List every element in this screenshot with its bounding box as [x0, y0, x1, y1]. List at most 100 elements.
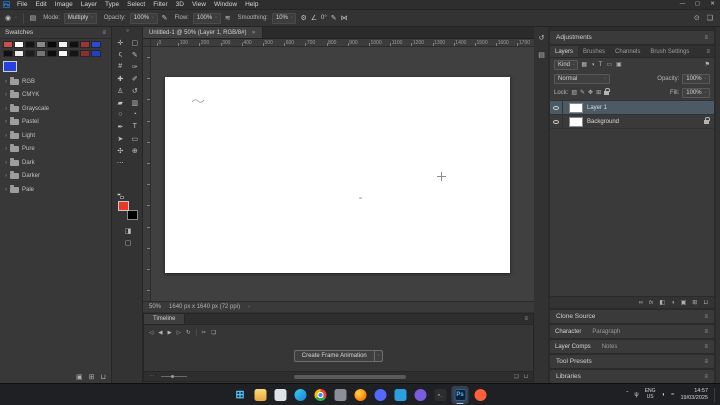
- visibility-cell[interactable]: [550, 101, 563, 114]
- swatch-group-pale[interactable]: › Pale: [0, 183, 111, 197]
- file-explorer-icon[interactable]: [252, 386, 269, 404]
- swatch-group-pure[interactable]: › Pure: [0, 143, 111, 157]
- search-icon[interactable]: ⊙: [694, 14, 700, 22]
- swatch[interactable]: [25, 41, 35, 48]
- swatch[interactable]: [58, 50, 68, 57]
- swatch[interactable]: [3, 41, 13, 48]
- type-tool[interactable]: T: [128, 121, 141, 132]
- menu-filter[interactable]: Filter: [149, 1, 171, 8]
- photoshop-icon[interactable]: Ps: [451, 386, 469, 404]
- layer-group-icon[interactable]: ▣: [681, 299, 687, 306]
- filter-smart-objects-icon[interactable]: ▣: [616, 62, 622, 68]
- swatch[interactable]: [36, 41, 46, 48]
- gray-app-icon[interactable]: [332, 386, 349, 404]
- timeline-options-icon[interactable]: ⋯: [149, 374, 155, 380]
- kind-select[interactable]: Kind ˇ: [554, 60, 579, 70]
- collapse-toolbar-icon[interactable]: »: [113, 27, 142, 35]
- create-frame-animation-button[interactable]: Create Frame Animation ˇ: [293, 350, 384, 362]
- brush-preset-caret-icon[interactable]: ˇ: [15, 16, 17, 21]
- menu-select[interactable]: Select: [123, 1, 149, 8]
- panel-menu-icon[interactable]: ≡: [704, 329, 714, 335]
- menu-view[interactable]: View: [188, 1, 210, 8]
- panel-menu-icon[interactable]: ≡: [524, 316, 533, 322]
- visibility-cell[interactable]: [550, 115, 563, 128]
- menu-3d[interactable]: 3D: [172, 1, 188, 8]
- default-colors-icon[interactable]: [117, 193, 124, 199]
- close-tab-icon[interactable]: ✕: [251, 30, 255, 36]
- mode-select[interactable]: Multiply ˇ: [63, 12, 97, 24]
- filter-pixel-layers-icon[interactable]: ▦: [581, 62, 587, 68]
- lock-pixels-icon[interactable]: ✎: [580, 90, 585, 96]
- delete-swatch-icon[interactable]: ⊔: [101, 373, 106, 381]
- panel-menu-icon[interactable]: ≡: [704, 359, 708, 365]
- tab-layers[interactable]: Layers: [550, 46, 579, 57]
- shape-tool[interactable]: ▭: [128, 133, 141, 144]
- tab-brush-settings[interactable]: Brush Settings: [645, 46, 694, 57]
- dodge-tool[interactable]: ◔: [128, 109, 141, 120]
- lock-all-icon[interactable]: [604, 88, 610, 95]
- swatch[interactable]: [69, 41, 79, 48]
- vscode-icon[interactable]: [392, 386, 409, 404]
- swatch-group-light[interactable]: › Light: [0, 129, 111, 143]
- swatch-group-grayscale[interactable]: › Grayscale: [0, 102, 111, 116]
- swatch[interactable]: [58, 41, 68, 48]
- layer-fill-select[interactable]: 100% ˇ: [682, 88, 710, 98]
- chrome-icon[interactable]: [312, 386, 329, 404]
- swatch[interactable]: [47, 50, 57, 57]
- swatch-group-darker[interactable]: › Darker: [0, 170, 111, 184]
- lock-artboard-icon[interactable]: ⊞: [596, 90, 601, 96]
- panel-menu-icon[interactable]: ≡: [706, 49, 714, 55]
- delete-layer-icon[interactable]: ⊔: [703, 299, 708, 306]
- marquee-tool[interactable]: ▢: [128, 37, 141, 48]
- show-desktop-button[interactable]: [714, 387, 716, 402]
- maximize-button[interactable]: ▢: [690, 0, 705, 9]
- background-color-swatch[interactable]: [127, 210, 138, 220]
- panel-menu-icon[interactable]: ≡: [102, 30, 106, 36]
- tween-icon[interactable]: ✂: [202, 330, 207, 336]
- menu-edit[interactable]: Edit: [31, 1, 50, 8]
- purple-app-icon[interactable]: [412, 386, 429, 404]
- convert-timeline-icon[interactable]: ❏: [514, 374, 519, 380]
- timeline-scrollbar[interactable]: [294, 374, 407, 379]
- zoom-level[interactable]: 50%: [149, 304, 161, 310]
- gradient-tool[interactable]: ▥: [128, 97, 141, 108]
- lock-position-icon[interactable]: ✥: [588, 90, 593, 96]
- network-icon[interactable]: ≈: [671, 392, 674, 398]
- timeline-tab[interactable]: Timeline: [144, 314, 186, 324]
- edge-icon[interactable]: [292, 386, 309, 404]
- lock-transparent-icon[interactable]: ▨: [571, 90, 577, 96]
- quick-mask-mode-icon[interactable]: ◨: [113, 227, 143, 235]
- filter-shape-layers-icon[interactable]: ▭: [606, 62, 612, 68]
- swatch[interactable]: [25, 50, 35, 57]
- tab-notes[interactable]: Notes: [596, 344, 624, 350]
- swatch[interactable]: [14, 41, 24, 48]
- document-tab[interactable]: Untitled-1 @ 50% (Layer 1, RGB/8#) ✕: [143, 27, 263, 38]
- swatch[interactable]: [80, 41, 90, 48]
- light-app-icon[interactable]: [272, 386, 289, 404]
- new-layer-icon[interactable]: ⊞: [692, 299, 697, 306]
- panel-menu-icon[interactable]: ≡: [704, 35, 708, 41]
- new-group-icon[interactable]: ▣: [76, 373, 83, 381]
- swatch[interactable]: [69, 50, 79, 57]
- swatch[interactable]: [91, 41, 101, 48]
- eraser-tool[interactable]: ▰: [114, 97, 127, 108]
- loop-icon[interactable]: ↻: [186, 330, 191, 336]
- swatch-group-rgb[interactable]: › RGB: [0, 75, 111, 89]
- quick-select-tool[interactable]: ✎: [128, 49, 141, 60]
- properties-panel-icon[interactable]: ▤: [538, 51, 545, 59]
- volume-icon[interactable]: ◖: [662, 392, 666, 398]
- firefox-icon[interactable]: [352, 386, 369, 404]
- layer-mask-icon[interactable]: ◧: [659, 299, 665, 306]
- blend-mode-select[interactable]: Normal ˇ: [554, 74, 610, 84]
- new-swatch-icon[interactable]: ⊞: [89, 373, 95, 381]
- tab-paragraph[interactable]: Paragraph: [586, 329, 626, 335]
- panel-menu-icon[interactable]: ≡: [704, 344, 714, 350]
- brush-angle-icon[interactable]: ∠: [311, 15, 317, 22]
- microphone-icon[interactable]: ψ: [634, 392, 638, 398]
- eyedropper-tool[interactable]: ✑: [128, 61, 141, 72]
- crop-tool[interactable]: #: [114, 61, 127, 72]
- symmetry-icon[interactable]: ⋈: [341, 15, 348, 22]
- swatch[interactable]: [36, 50, 46, 57]
- filter-adjustment-layers-icon[interactable]: ◑: [591, 62, 595, 68]
- pen-pressure-size-icon[interactable]: ✎: [331, 15, 337, 22]
